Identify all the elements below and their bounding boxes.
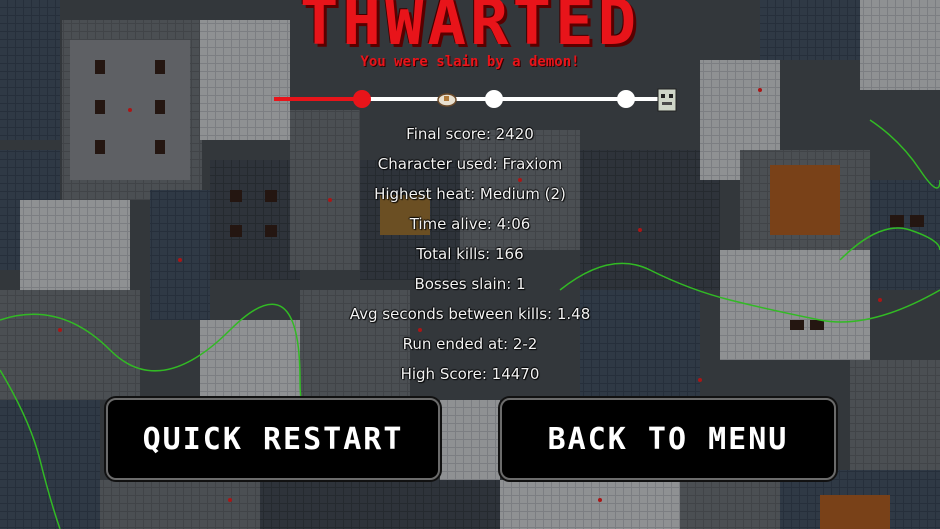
progress-node bbox=[353, 90, 371, 108]
stat-bosses-slain: Bosses slain: 1 bbox=[414, 275, 526, 293]
stat-character-used: Character used: Fraxiom bbox=[377, 155, 563, 173]
progress-node bbox=[485, 90, 503, 108]
stat-highest-heat: Highest heat: Medium (2) bbox=[374, 185, 566, 203]
stat-avg-seconds-between-kills: Avg seconds between kills: 1.48 bbox=[349, 305, 591, 323]
run-progress-track bbox=[274, 88, 677, 112]
back-to-menu-button[interactable]: BACK TO MENU bbox=[500, 398, 836, 480]
death-cause-text: You were slain by a demon! bbox=[360, 54, 580, 70]
stat-final-score: Final score: 2420 bbox=[406, 125, 534, 143]
stat-high-score: High Score: 14470 bbox=[400, 365, 540, 383]
stat-run-ended-at: Run ended at: 2-2 bbox=[402, 335, 538, 353]
player-marker-icon bbox=[437, 93, 457, 107]
game-over-title: THWARTED bbox=[299, 0, 641, 60]
progress-node bbox=[617, 90, 635, 108]
stat-total-kills: Total kills: 166 bbox=[416, 245, 524, 263]
quick-restart-button[interactable]: QUICK RESTART bbox=[106, 398, 440, 480]
stat-time-alive: Time alive: 4:06 bbox=[409, 215, 531, 233]
run-stats-list: Final score: 2420 Character used: Fraxio… bbox=[270, 119, 670, 389]
boss-skull-icon bbox=[657, 88, 677, 112]
